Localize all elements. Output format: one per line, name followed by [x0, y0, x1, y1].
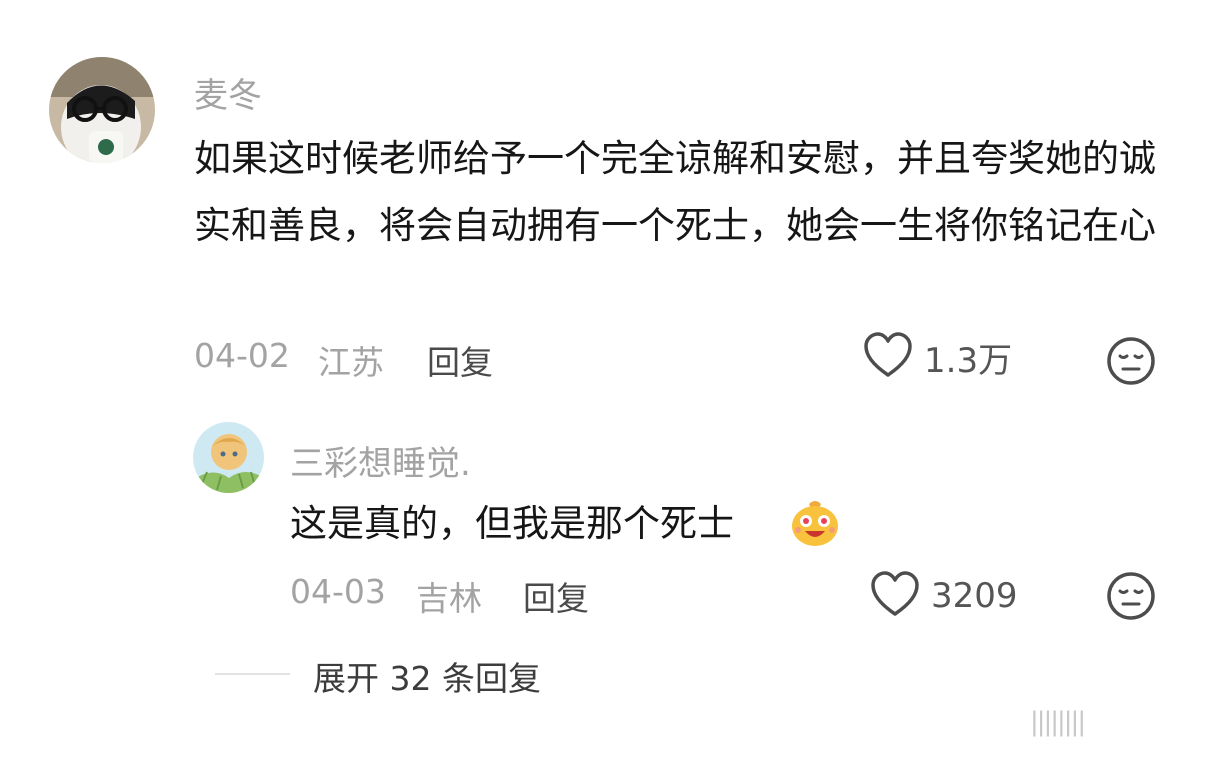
expand-replies-button[interactable]: 展开 32 条回复: [313, 652, 541, 700]
comment-reply-button[interactable]: 回复: [427, 336, 493, 384]
comment-date: 04-02: [194, 336, 290, 375]
avatar[interactable]: [49, 57, 155, 163]
comment-text: 如果这时候老师给予一个完全谅解和安慰，并且夸奖她的诚实和善良，将会自动拥有一个死…: [194, 137, 1156, 247]
heart-icon: [869, 570, 921, 622]
watermark: ||||||||: [1030, 707, 1086, 737]
laughing-emoji-icon: [789, 496, 841, 548]
reply-date: 04-03: [290, 572, 386, 611]
reply-avatar[interactable]: [193, 422, 264, 493]
reply-reply-button[interactable]: 回复: [523, 572, 589, 620]
dislike-face-icon[interactable]: [1105, 570, 1157, 622]
reply-like-button[interactable]: 3209: [869, 570, 1018, 622]
heart-icon: [862, 331, 914, 383]
reply-text: 这是真的，但我是那个死士: [290, 502, 734, 545]
dislike-face-icon[interactable]: [1105, 335, 1157, 387]
comment-username[interactable]: 麦冬: [194, 68, 262, 117]
reply-location: 吉林: [416, 579, 482, 618]
reply-username[interactable]: 三彩想睡觉.: [290, 436, 471, 485]
comment-like-count: 1.3万: [924, 340, 1013, 381]
comment-like-button[interactable]: 1.3万: [862, 331, 1012, 383]
comment-location: 江苏: [318, 343, 384, 382]
reply-like-count: 3209: [931, 576, 1018, 616]
expand-divider: [215, 673, 290, 675]
